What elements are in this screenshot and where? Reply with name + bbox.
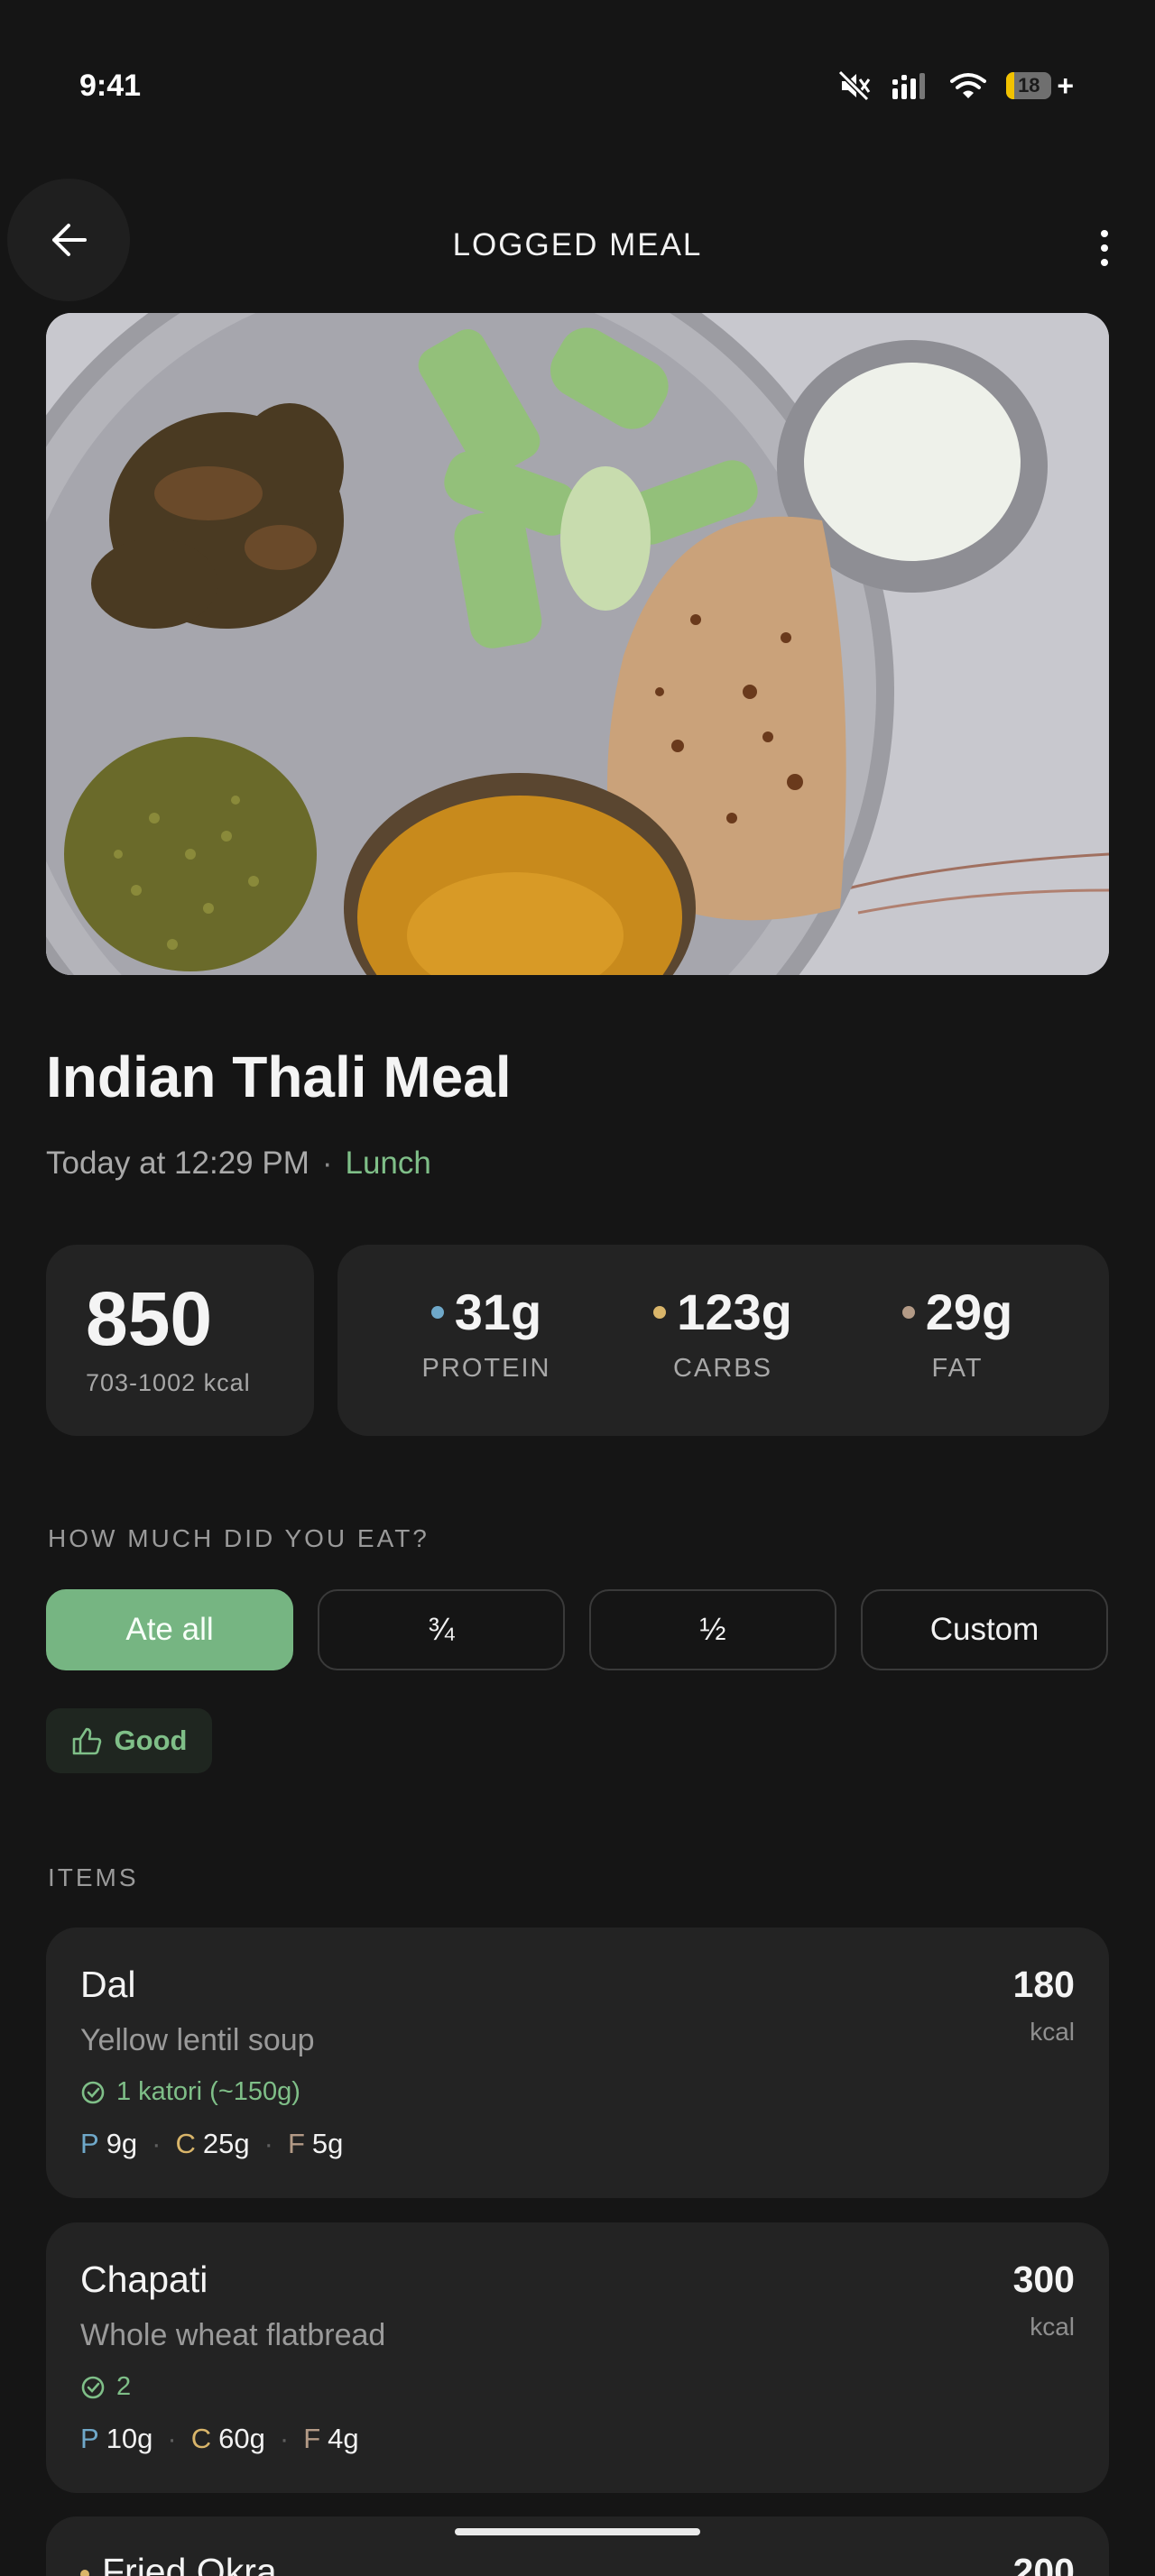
protein-letter: P <box>80 2423 99 2454</box>
item-macros: P 10g · C 60g · F 4g <box>80 2423 359 2455</box>
carbs-value: 123g <box>677 1283 792 1340</box>
item-fat: 4g <box>328 2423 359 2454</box>
macro-separator: · <box>263 2128 273 2159</box>
item-calories-unit: kcal <box>1030 2018 1075 2046</box>
status-icons: 18 + <box>838 70 1074 101</box>
protein-letter: P <box>80 2128 99 2159</box>
macro-separator: · <box>152 2128 162 2159</box>
meal-type[interactable]: Lunch <box>346 1145 431 1181</box>
more-vertical-icon <box>1101 230 1108 266</box>
item-description: Whole wheat flatbread <box>80 2318 386 2352</box>
carbs-label: CARBS <box>673 1354 772 1383</box>
item-portion-text: 2 <box>116 2372 132 2401</box>
signal-icon <box>892 73 926 99</box>
item-protein: 9g <box>106 2128 138 2159</box>
calories-range: 703-1002 kcal <box>86 1369 251 1396</box>
food-item-card[interactable]: Chapati Whole wheat flatbread 2 P 10g · C… <box>46 2222 1109 2493</box>
protein-label: PROTEIN <box>421 1354 551 1383</box>
fat-letter: F <box>303 2423 321 2454</box>
fat-value: 29g <box>925 1283 1013 1340</box>
portion-half-button[interactable]: ½ <box>589 1589 836 1670</box>
meal-time: Today at 12:29 PM <box>46 1145 310 1181</box>
protein-dot <box>430 1305 444 1319</box>
battery-icon: 18 + <box>1006 71 1074 100</box>
item-calories: 200 <box>1012 2551 1075 2576</box>
fat-dot <box>901 1305 915 1319</box>
mute-icon <box>838 70 871 101</box>
check-circle-icon <box>81 2376 105 2398</box>
charging-plus-icon: + <box>1057 69 1074 102</box>
macro-fat: 29g FAT <box>845 1283 1070 1384</box>
calories-value: 850 <box>86 1276 213 1361</box>
food-item-card[interactable]: Fried Okra 200 <box>46 2516 1109 2576</box>
carbs-letter: C <box>190 2423 212 2454</box>
item-portion: 2 <box>80 2372 131 2402</box>
portion-section-label: HOW MUCH DID YOU EAT? <box>48 1524 430 1552</box>
carbs-letter: C <box>175 2128 196 2159</box>
carbs-dot <box>653 1305 667 1319</box>
meal-title: Indian Thali Meal <box>46 1044 512 1109</box>
item-name: Fried Okra <box>80 2551 277 2576</box>
portion-three-quarters-button[interactable]: ¾ <box>318 1589 565 1670</box>
item-portion-text: 1 katori (~150g) <box>116 2077 300 2106</box>
status-time: 9:41 <box>79 69 142 103</box>
calories-card: 850 703-1002 kcal <box>46 1245 314 1436</box>
item-calories-unit: kcal <box>1030 2313 1075 2341</box>
item-description: Yellow lentil soup <box>80 2023 315 2057</box>
battery-level: 18 <box>1018 74 1040 97</box>
more-options-button[interactable] <box>1077 216 1132 280</box>
check-circle-icon <box>81 2081 105 2103</box>
food-item-card[interactable]: Dal Yellow lentil soup 1 katori (~150g) … <box>46 1927 1109 2198</box>
item-status-dot <box>80 2570 89 2576</box>
item-fat: 5g <box>311 2128 344 2159</box>
thumbs-up-icon <box>72 1727 101 1755</box>
item-name: Chapati <box>80 2259 208 2300</box>
items-section-label: ITEMS <box>48 1863 139 1891</box>
portion-custom-button[interactable]: Custom <box>861 1589 1108 1670</box>
item-calories: 180 <box>1012 1964 1075 2005</box>
item-name-text: Fried Okra <box>102 2551 277 2576</box>
item-carbs: 60g <box>218 2423 265 2454</box>
macro-separator: · <box>279 2423 290 2454</box>
item-macros: P 9g · C 25g · F 5g <box>80 2128 343 2160</box>
portion-ate-all-button[interactable]: Ate all <box>46 1589 293 1670</box>
item-name: Dal <box>80 1964 136 2005</box>
rating-chip[interactable]: Good <box>46 1708 212 1773</box>
fat-letter: F <box>287 2128 305 2159</box>
home-indicator[interactable] <box>455 2528 700 2535</box>
page-title: LOGGED MEAL <box>452 227 703 262</box>
wifi-icon <box>950 73 987 98</box>
macro-carbs: 123g CARBS <box>610 1283 836 1384</box>
meal-photo <box>46 313 1109 975</box>
macros-card: 31g PROTEIN 123g CARBS 29g FAT <box>337 1245 1109 1436</box>
fat-label: FAT <box>931 1354 984 1383</box>
meal-meta: Today at 12:29 PM · Lunch <box>46 1145 431 1182</box>
rating-label: Good <box>114 1725 188 1756</box>
item-protein: 10g <box>106 2423 153 2454</box>
macro-protein: 31g PROTEIN <box>374 1283 599 1384</box>
protein-value: 31g <box>454 1283 542 1340</box>
item-portion: 1 katori (~150g) <box>80 2077 300 2107</box>
item-carbs: 25g <box>202 2128 250 2159</box>
macro-separator: · <box>167 2423 177 2454</box>
item-calories: 300 <box>1012 2259 1075 2300</box>
meta-separator: · <box>321 1145 333 1181</box>
